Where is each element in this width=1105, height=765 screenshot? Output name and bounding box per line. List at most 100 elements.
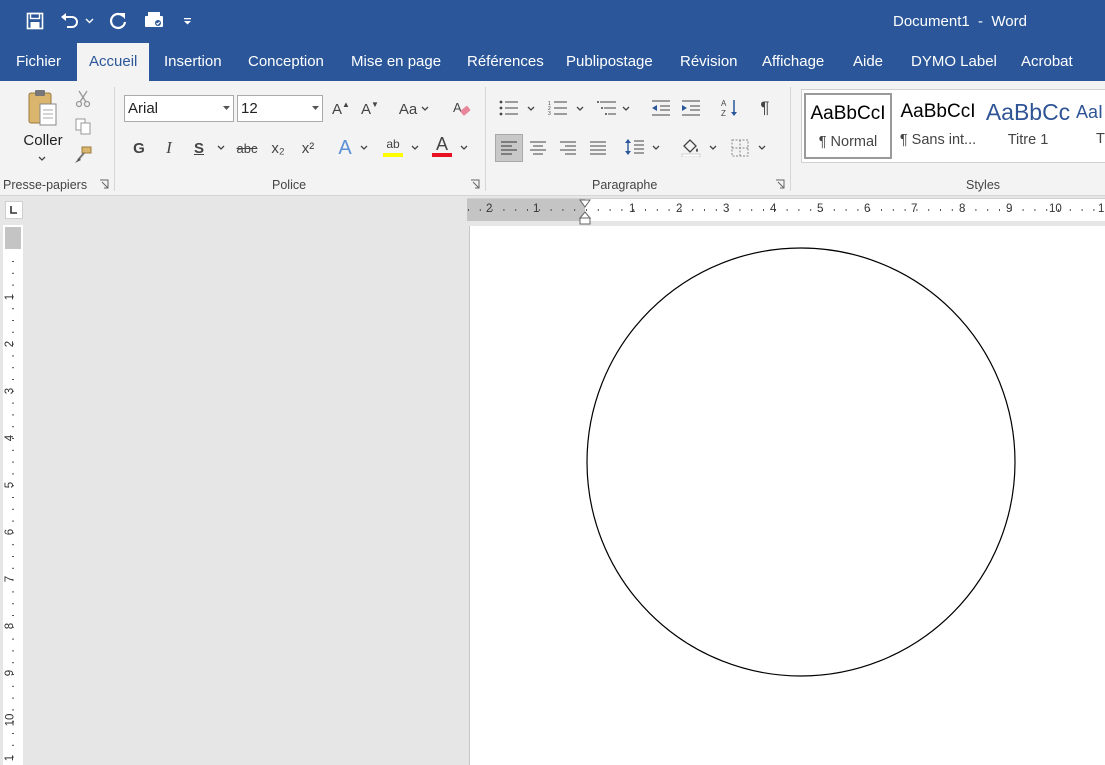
tab-references[interactable]: Références	[455, 43, 556, 81]
indent-markers[interactable]	[579, 199, 591, 225]
left-tab-icon	[10, 206, 17, 214]
horizontal-ruler[interactable]: 2 1 1 2 3 4 5 6 7 8 9 10 1	[467, 198, 1105, 225]
bold-button[interactable]: G	[128, 137, 150, 159]
chevron-down-icon[interactable]	[622, 106, 630, 111]
increase-indent-icon[interactable]	[680, 97, 702, 119]
chevron-down-icon[interactable]	[421, 106, 429, 111]
save-icon[interactable]	[23, 9, 47, 33]
vertical-ruler[interactable]: 1 2 3 4 5 6 7 8 9 10 1	[3, 225, 23, 765]
multilevel-list-icon[interactable]	[596, 97, 618, 119]
font-color-button[interactable]: A	[431, 134, 453, 154]
font-size-combobox[interactable]: 12	[237, 95, 323, 122]
borders-icon[interactable]	[729, 137, 751, 159]
ruler-tick	[12, 367, 14, 369]
superscript-button[interactable]: x²	[297, 137, 319, 159]
font-launcher-icon[interactable]	[470, 179, 480, 189]
chevron-down-icon[interactable]	[709, 145, 717, 150]
chevron-down-icon[interactable]	[576, 106, 584, 111]
svg-text:3: 3	[548, 111, 551, 116]
align-left-icon[interactable]	[495, 134, 523, 162]
ruler-label: 10	[4, 713, 17, 727]
paste-icon[interactable]	[22, 87, 64, 129]
shrink-font-button[interactable]: A ▼	[359, 98, 381, 120]
line-spacing-icon[interactable]	[624, 136, 646, 158]
ruler-tick	[597, 209, 599, 211]
ruler-tick	[904, 209, 906, 211]
ruler-tick	[645, 209, 646, 211]
cut-icon[interactable]	[73, 89, 93, 109]
tab-affichage[interactable]: Affichage	[750, 43, 836, 81]
highlight-button[interactable]: ab	[381, 134, 405, 154]
document-page[interactable]	[469, 226, 1105, 765]
tab-conception[interactable]: Conception	[236, 43, 336, 81]
strikethrough-button[interactable]: abc	[234, 137, 260, 159]
chevron-down-icon[interactable]	[411, 145, 419, 150]
shading-icon[interactable]	[679, 136, 703, 158]
underline-button[interactable]: S	[188, 137, 210, 159]
ruler-label: 8	[959, 203, 966, 215]
ruler-tick	[786, 209, 788, 211]
align-center-icon[interactable]	[527, 137, 549, 159]
style-heading-1[interactable]: AaBbCc Titre 1	[984, 93, 1072, 159]
chevron-down-icon[interactable]	[758, 145, 766, 150]
chevron-down-icon[interactable]	[460, 145, 468, 150]
customize-qat-icon[interactable]	[178, 9, 196, 33]
clipboard-launcher-icon[interactable]	[99, 179, 109, 189]
show-formatting-button[interactable]: ¶	[754, 97, 776, 119]
clear-formatting-icon[interactable]: A	[450, 97, 474, 121]
style-heading-2[interactable]: AaI T	[1076, 93, 1105, 159]
tab-selector[interactable]	[5, 201, 23, 219]
chevron-down-icon[interactable]	[217, 145, 225, 150]
ruler-tick	[928, 209, 930, 211]
paste-dropdown-icon[interactable]	[38, 156, 46, 161]
tab-publipostage[interactable]: Publipostage	[554, 43, 665, 81]
tab-accueil[interactable]: Accueil	[77, 43, 150, 81]
style-normal[interactable]: AaBbCcI ¶ Normal	[804, 93, 892, 159]
style-no-spacing[interactable]: AaBbCcI ¶ Sans int...	[894, 93, 982, 159]
ruler-tick	[999, 209, 1000, 211]
bullets-icon[interactable]	[498, 97, 520, 119]
paste-button-label[interactable]: Coller	[16, 131, 70, 149]
sort-icon[interactable]: AZ	[719, 97, 741, 119]
decrease-indent-icon[interactable]	[650, 97, 672, 119]
touch-mode-icon[interactable]	[142, 9, 166, 33]
ruler-tick	[668, 209, 670, 211]
align-right-icon[interactable]	[557, 137, 579, 159]
paragraph-launcher-icon[interactable]	[775, 179, 785, 189]
tab-dymo-label[interactable]: DYMO Label	[899, 43, 1009, 81]
ruler-tick	[515, 209, 517, 211]
tab-acrobat[interactable]: Acrobat	[1009, 43, 1085, 81]
ruler-tick	[12, 603, 14, 605]
numbering-icon[interactable]: 123	[547, 97, 569, 119]
tab-insertion[interactable]: Insertion	[152, 43, 234, 81]
justify-icon[interactable]	[587, 137, 609, 159]
tab-aide[interactable]: Aide	[841, 43, 895, 81]
style-sample: AaBbCcI	[810, 103, 886, 124]
chevron-down-icon[interactable]	[527, 106, 535, 111]
tab-mise-en-page[interactable]: Mise en page	[339, 43, 453, 81]
format-painter-icon[interactable]	[73, 145, 93, 165]
circle-shape[interactable]	[470, 226, 1105, 765]
tab-fichier[interactable]: Fichier	[4, 43, 73, 81]
ruler-label: 4	[4, 434, 17, 442]
copy-icon[interactable]	[73, 117, 93, 137]
group-separator	[485, 87, 486, 191]
chevron-down-icon[interactable]	[360, 145, 368, 150]
ruler-tick	[656, 209, 658, 211]
tab-revision[interactable]: Révision	[668, 43, 750, 81]
subscript-button[interactable]: x₂	[267, 137, 289, 159]
redo-icon[interactable]	[106, 9, 130, 33]
grow-font-button[interactable]: A ▲	[330, 98, 352, 120]
ruler-label: 10	[1049, 203, 1062, 215]
change-case-button[interactable]: Aa	[394, 98, 422, 120]
ruler-label: 7	[911, 203, 918, 215]
chevron-down-icon[interactable]	[652, 145, 660, 150]
undo-dropdown-icon[interactable]	[82, 9, 96, 33]
font-name-combobox[interactable]: Arial	[124, 95, 234, 122]
text-effects-button[interactable]: A	[334, 136, 356, 160]
ruler-tick	[810, 209, 812, 211]
italic-button[interactable]: I	[158, 137, 180, 159]
ruler-tick	[12, 709, 14, 711]
undo-icon[interactable]	[58, 9, 82, 33]
ruler-tick	[12, 414, 14, 416]
